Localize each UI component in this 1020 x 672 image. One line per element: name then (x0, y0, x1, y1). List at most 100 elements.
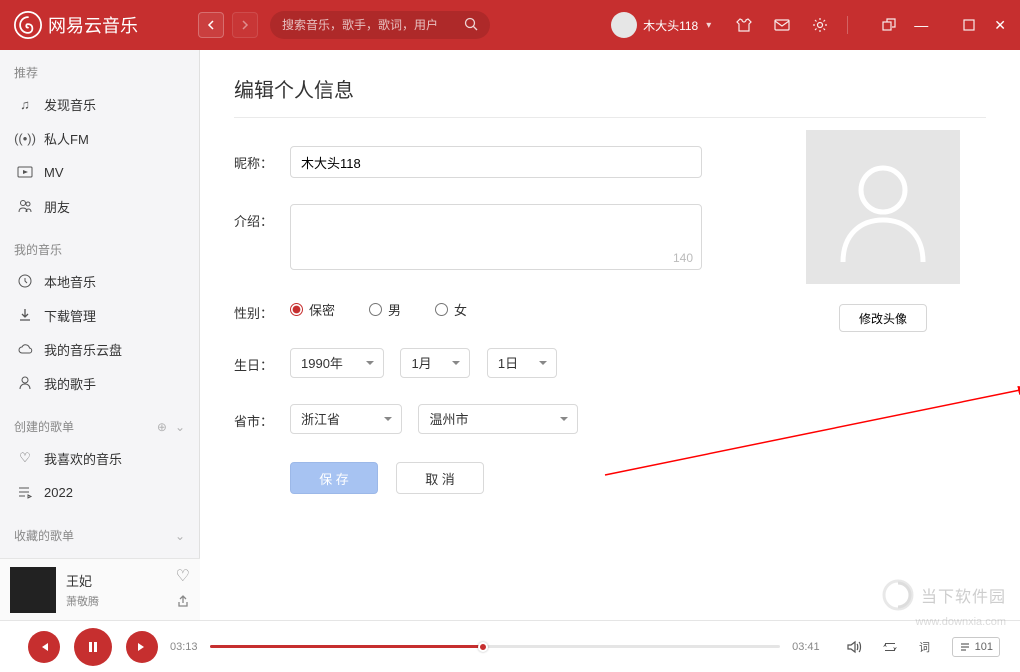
progress-thumb[interactable] (478, 642, 488, 652)
watermark: 当下软件园 (881, 578, 1006, 612)
lyrics-icon[interactable]: 词 (916, 637, 936, 657)
gender-radio-male[interactable]: 男 (369, 300, 401, 319)
radio-label: 保密 (309, 300, 335, 319)
prev-track-button[interactable] (28, 631, 60, 663)
gender-label: 性别： (234, 296, 290, 322)
sidebar-item-download[interactable]: 下载管理 (0, 298, 199, 332)
sidebar-item-local[interactable]: 本地音乐 (0, 264, 199, 298)
gender-radio-female[interactable]: 女 (435, 300, 467, 319)
main-content: 编辑个人信息 昵称： 介绍： 140 性别： 保密 男 女 生日： 1990年 … (200, 50, 1020, 558)
divider (234, 117, 986, 118)
nickname-label: 昵称： (234, 146, 290, 172)
avatar-placeholder-icon (828, 152, 938, 262)
play-pause-button[interactable] (74, 628, 112, 666)
cancel-button[interactable]: 取 消 (396, 462, 484, 494)
sidebar-item-label: 朋友 (44, 197, 70, 216)
track-title: 王妃 (66, 571, 176, 590)
user-menu[interactable]: 木大头118 ▾ (611, 12, 711, 38)
sidebar-item-label: 我的音乐云盘 (44, 340, 122, 359)
mini-mode-icon[interactable] (878, 14, 900, 36)
sidebar-item-artists[interactable]: 我的歌手 (0, 366, 199, 400)
avatar-preview (806, 130, 960, 284)
logo-text: 网易云音乐 (48, 12, 138, 38)
like-track-icon[interactable]: ♡ (176, 566, 190, 586)
app-header: 网易云音乐 木大头118 ▾ — ✕ (0, 0, 1020, 50)
sidebar-item-label: 我喜欢的音乐 (44, 449, 122, 468)
user-avatar-mini (611, 12, 637, 38)
maximize-button[interactable] (958, 14, 980, 36)
settings-icon[interactable] (809, 14, 831, 36)
birthday-label: 生日： (234, 348, 290, 374)
sidebar-item-label: 下载管理 (44, 306, 96, 325)
time-total: 03:41 (792, 641, 820, 653)
radio-label: 男 (388, 300, 401, 319)
sidebar-item-playlist-2022[interactable]: 2022 (0, 475, 199, 509)
playlist-count: 101 (975, 641, 993, 653)
nav-back-button[interactable] (198, 12, 224, 38)
sidebar-item-label: 私人FM (44, 129, 89, 148)
add-playlist-icon[interactable]: ⊕ (157, 420, 167, 434)
player-bar: 03:13 03:41 词 101 (0, 620, 1020, 672)
caret-down-icon: ▾ (706, 20, 711, 31)
playlist-icon (16, 483, 34, 501)
radio-icon: ((•)) (16, 129, 34, 147)
sidebar-item-label: 发现音乐 (44, 95, 96, 114)
clock-icon (16, 272, 34, 290)
city-select[interactable]: 温州市 (418, 404, 578, 434)
save-button[interactable]: 保 存 (290, 462, 378, 494)
next-track-button[interactable] (126, 631, 158, 663)
search-input[interactable] (282, 18, 464, 32)
chevron-down-icon[interactable]: ⌄ (175, 420, 185, 434)
watermark-logo-icon (881, 578, 915, 612)
intro-counter: 140 (673, 251, 693, 265)
sidebar-section-created: 创建的歌单 ⊕⌄ (0, 414, 199, 441)
nav-forward-button[interactable] (232, 12, 258, 38)
time-elapsed: 03:13 (170, 641, 198, 653)
search-icon[interactable] (464, 17, 478, 34)
cloud-icon (16, 340, 34, 358)
page-title: 编辑个人信息 (234, 74, 986, 103)
sidebar-item-collected-1[interactable]: 燃起来 抖腿患者们 (0, 550, 199, 558)
province-label: 省市： (234, 404, 290, 430)
nickname-input[interactable] (290, 146, 702, 178)
sidebar-item-discover[interactable]: ♫发现音乐 (0, 87, 199, 121)
sidebar-item-label: 本地音乐 (44, 272, 96, 291)
intro-label: 介绍： (234, 204, 290, 230)
header-divider (847, 16, 848, 34)
change-avatar-button[interactable]: 修改头像 (839, 304, 927, 332)
province-select[interactable]: 浙江省 (290, 404, 402, 434)
minimize-button[interactable]: — (914, 17, 928, 33)
intro-textarea[interactable] (301, 211, 691, 263)
chevron-down-icon[interactable]: ⌄ (175, 529, 185, 543)
netease-logo-icon (14, 11, 42, 39)
album-cover[interactable] (10, 567, 56, 613)
loop-icon[interactable] (880, 637, 900, 657)
playlist-count-button[interactable]: 101 (952, 637, 1000, 657)
gender-radio-secret[interactable]: 保密 (290, 300, 335, 319)
progress-bar[interactable] (210, 645, 781, 648)
person-icon (16, 374, 34, 392)
share-track-icon[interactable] (176, 594, 190, 613)
skin-icon[interactable] (733, 14, 755, 36)
sidebar-item-friends[interactable]: 朋友 (0, 189, 199, 223)
sidebar-item-fm[interactable]: ((•)) 私人FM (0, 121, 199, 155)
volume-icon[interactable] (844, 637, 864, 657)
logo[interactable]: 网易云音乐 (14, 11, 138, 39)
sidebar-item-liked[interactable]: ♡我喜欢的音乐 (0, 441, 199, 475)
search-box[interactable] (270, 11, 490, 39)
mail-icon[interactable] (771, 14, 793, 36)
birth-year-select[interactable]: 1990年 (290, 348, 384, 378)
birth-day-select[interactable]: 1日 (487, 348, 557, 378)
track-artist: 萧敬腾 (66, 593, 176, 609)
close-button[interactable]: ✕ (994, 17, 1006, 34)
sidebar-item-label: 2022 (44, 485, 73, 500)
sidebar-item-mv[interactable]: MV (0, 155, 199, 189)
sidebar: 推荐 ♫发现音乐 ((•))私人FM MV 朋友 我的音乐 本地音乐 下载管理 … (0, 50, 200, 558)
sidebar-section-mymusic: 我的音乐 (0, 237, 199, 264)
svg-text:词: 词 (919, 641, 930, 654)
sidebar-item-cloud[interactable]: 我的音乐云盘 (0, 332, 199, 366)
now-playing-sidebar: 王妃 萧敬腾 ♡ (0, 558, 200, 620)
birth-month-select[interactable]: 1月 (400, 348, 470, 378)
user-name: 木大头118 (643, 17, 698, 34)
sidebar-item-label: 我的歌手 (44, 374, 96, 393)
